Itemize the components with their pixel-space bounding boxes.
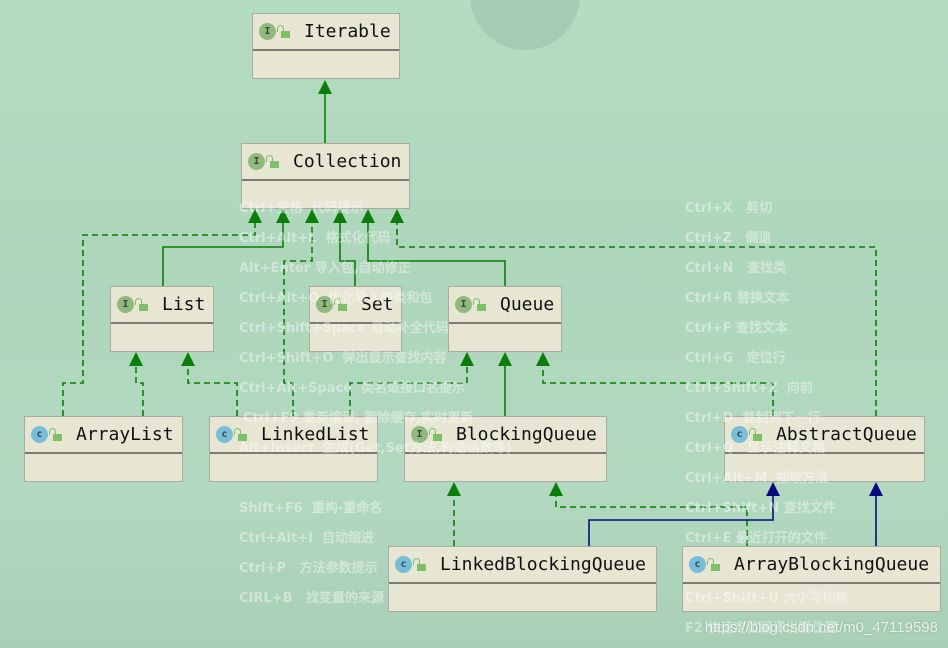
shortcut-text: Ctrl+Shift+U 大小写切换 [685,591,849,606]
shortcut-text: Ctrl+G 定位行 [685,351,786,366]
arrowhead-icon [498,352,512,366]
shortcut-text: Ctrl+F9 重新编译, 删除缓存,实时更新 [243,411,474,426]
shortcut-text: Ctrl+D 复制到下一行 [685,411,821,426]
shortcut-text: Ctrl+Alt+I 自动缩进 [239,531,375,546]
arrowhead-icon [390,209,404,223]
shortcut-text: Ctrl+Alt+L 格式化代码 [239,231,391,246]
shortcut-text: Ctrl+Z 倒退 [685,231,772,246]
arrowhead-icon [549,482,563,496]
shortcut-text: Ctrl+Shift+Space 自动补全代码 [239,321,449,336]
edge-arraylist-to-list [135,364,144,416]
arrowhead-icon [181,352,195,366]
shortcut-text: Ctrl+Shift+O 弹出显示查找内容 [239,351,447,366]
shortcut-text: Ctrl+N 查找类 [685,261,786,276]
shortcut-text: Ctrl+P 方法参数提示 [239,561,378,576]
watermark: https://blog.csdn.net/m0_47119598 [704,619,938,636]
arrowhead-icon [460,352,474,366]
arrowhead-icon [129,352,143,366]
edge-arraylist-to-collection [62,221,256,416]
shortcut-text: Ctrl+F 查找文本 [685,321,788,336]
arrowhead-icon [869,482,883,496]
shortcut-text: Ctrl+Alt+O 优化导入的类和包 [239,291,433,306]
shortcut-text: Shift+F6 重构-重命名 [239,501,383,516]
arrowhead-icon [318,80,332,94]
edge-linkedlist-to-list [187,364,238,416]
relationship-lines [62,80,883,546]
shortcut-text: Ctrl+Shift+N 查找文件 [685,501,836,516]
shortcut-text: Ctrl+Shift+Z 向前 [685,381,813,396]
arrowhead-icon [447,482,461,496]
shortcut-text: Ctrl+空格 代码提示 [239,201,364,216]
shortcut-text: Ctrl+E 最近打开的文件 [685,531,827,546]
shortcut-text: Ctrl+Alt+Space 类名或接口名提示 [239,381,466,396]
shortcut-text: Alt+Insert 生成(Get,Set方法,构造函数等) [239,441,512,456]
shortcut-text: Ctrl+R 替换文本 [685,291,790,306]
arrowhead-icon [536,352,550,366]
shortcut-text: Ctrl+Q 显示注释文档 [685,441,826,456]
shortcut-text: CIRL+B 找变量的来源 [239,591,385,606]
shortcut-text: Ctrl+Alt+M 抽取方法 [685,471,829,486]
shortcut-text: Ctrl+X 剪切 [685,201,773,216]
shortcut-text: Alt+Enter 导入包,自动修正 [239,261,411,276]
